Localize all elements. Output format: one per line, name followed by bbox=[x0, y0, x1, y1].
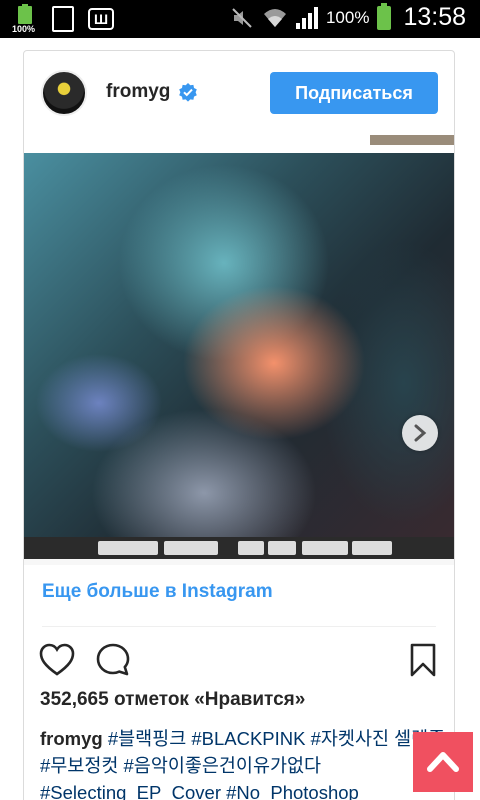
caption-username[interactable]: fromyg bbox=[40, 728, 103, 749]
verified-badge-icon bbox=[179, 83, 197, 102]
divider bbox=[42, 626, 436, 627]
signal-icon bbox=[295, 6, 318, 29]
next-photo-button[interactable] bbox=[402, 415, 438, 451]
app-icon: Ш bbox=[88, 8, 114, 30]
status-left: 100% Ш bbox=[12, 4, 114, 34]
chevron-up-icon bbox=[427, 752, 459, 772]
likes-count[interactable]: 352,665 отметок «Нравится» bbox=[40, 689, 305, 711]
post-image[interactable] bbox=[24, 153, 454, 557]
chevron-right-icon bbox=[414, 424, 427, 442]
document-icon bbox=[52, 6, 74, 32]
battery-badge-text: 100% bbox=[12, 24, 36, 34]
mute-icon bbox=[232, 7, 252, 28]
instagram-embed-card: fromyg Подписаться Еще больше в Instagra… bbox=[23, 50, 455, 800]
username[interactable]: fromyg bbox=[106, 81, 170, 103]
photo-bottom-strip bbox=[24, 537, 454, 559]
battery-percent: 100% bbox=[325, 7, 370, 27]
scroll-to-top-button[interactable] bbox=[413, 732, 473, 792]
comment-icon[interactable] bbox=[94, 641, 132, 679]
post-header: fromyg Подписаться bbox=[24, 51, 454, 135]
battery-full-icon: 100% bbox=[12, 4, 38, 34]
wifi-icon bbox=[263, 8, 286, 27]
avatar[interactable] bbox=[41, 70, 87, 116]
battery-icon bbox=[377, 2, 392, 30]
status-bar: 100% Ш 100% 13:58 bbox=[0, 0, 480, 38]
bookmark-icon[interactable] bbox=[404, 641, 442, 679]
heart-icon[interactable] bbox=[38, 641, 76, 679]
post-photo[interactable] bbox=[24, 135, 454, 565]
status-right: 100% 13:58 bbox=[230, 2, 466, 32]
view-more-link[interactable]: Еще больше в Instagram bbox=[42, 581, 273, 603]
post-caption: fromyg #블랙핑크 #BLACKPINK #자켓사진 셀렉중 #무보정컷 … bbox=[40, 725, 450, 800]
clock: 13:58 bbox=[403, 3, 466, 31]
post-actions bbox=[24, 637, 454, 683]
follow-button[interactable]: Подписаться bbox=[270, 72, 438, 114]
photo-top-strip bbox=[24, 135, 454, 153]
